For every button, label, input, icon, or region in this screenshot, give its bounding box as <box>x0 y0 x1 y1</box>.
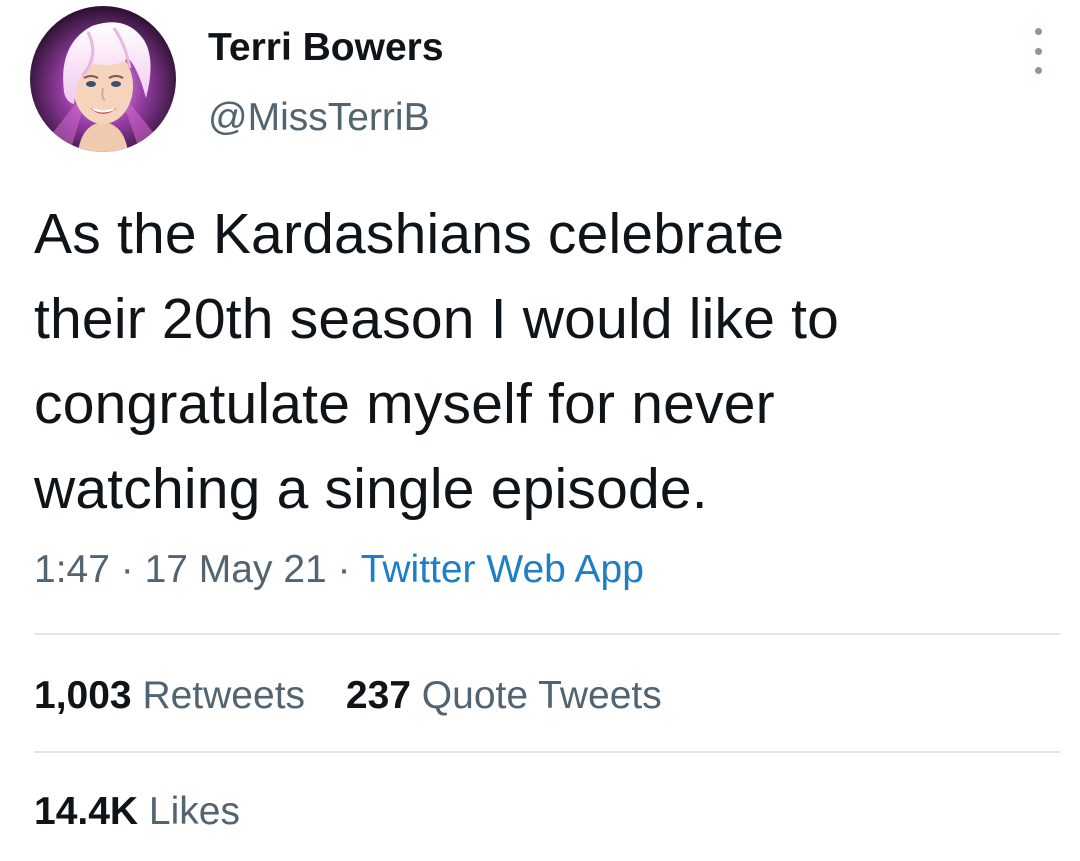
avatar[interactable] <box>30 6 176 152</box>
quote-tweets-link[interactable]: 237 Quote Tweets <box>346 674 662 717</box>
quote-tweets-label: Quote Tweets <box>421 674 662 717</box>
vertical-ellipsis-icon[interactable] <box>1024 28 1052 74</box>
tweet-time[interactable]: 1:47 <box>34 548 110 591</box>
tweet-text: As the Kardashians celebrate their 20th … <box>34 192 1044 532</box>
tweet-text-line: congratulate myself for never <box>34 372 775 436</box>
author-display-name[interactable]: Terri Bowers <box>208 26 444 70</box>
likes-label: Likes <box>148 790 240 833</box>
divider <box>34 751 1060 753</box>
divider <box>34 633 1060 635</box>
tweet-text-line: their 20th season I would like to <box>34 287 840 351</box>
likes-count: 14.4K <box>34 790 139 833</box>
avatar-image <box>30 6 176 152</box>
ellipsis-dot <box>1034 67 1042 74</box>
tweet-text-line: As the Kardashians celebrate <box>34 202 785 266</box>
likes-stats: 14.4K Likes <box>34 790 270 834</box>
quote-tweets-count: 237 <box>345 674 411 717</box>
ellipsis-dot <box>1034 28 1042 35</box>
tweet-meta: 1:47 · 17 May 21 · Twitter Web App <box>34 548 644 592</box>
ellipsis-dot <box>1034 47 1042 55</box>
tweet-detail: Terri Bowers @MissTerriB As the Kardashi… <box>0 0 1080 861</box>
retweets-count: 1,003 <box>34 674 132 717</box>
tweet-date[interactable]: 17 May 21 <box>145 548 327 591</box>
meta-separator: · <box>120 548 134 591</box>
engagement-stats: 1,003 Retweets 237 Quote Tweets <box>34 674 692 718</box>
tweet-text-line: watching a single episode. <box>34 457 708 521</box>
likes-link[interactable]: 14.4K Likes <box>34 790 240 833</box>
tweet-source-link[interactable]: Twitter Web App <box>361 548 644 591</box>
retweets-label: Retweets <box>142 674 306 717</box>
meta-separator: · <box>337 548 351 591</box>
retweets-link[interactable]: 1,003 Retweets <box>34 674 305 717</box>
author-handle[interactable]: @MissTerriB <box>208 96 430 140</box>
